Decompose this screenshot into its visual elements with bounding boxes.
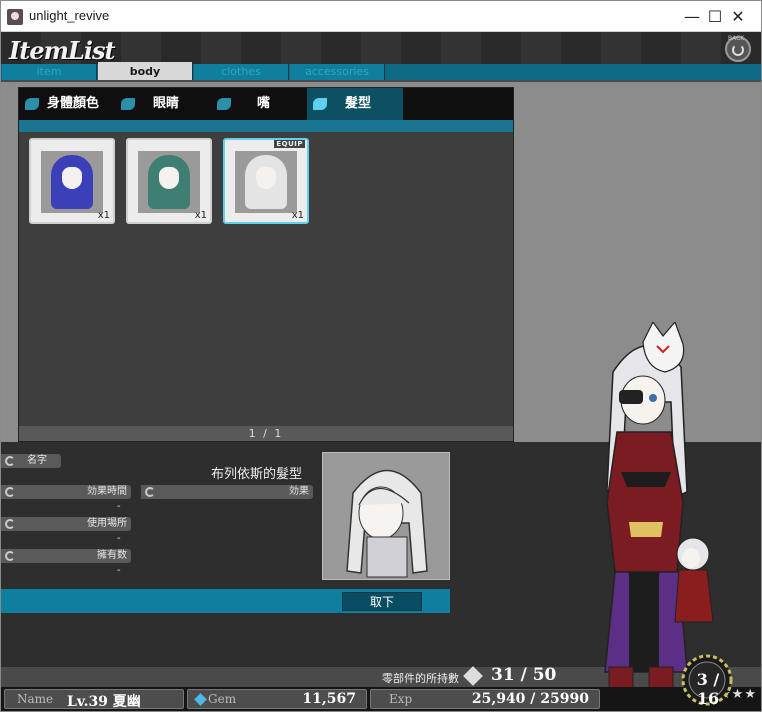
subtab-body-color[interactable]: 身體顏色 <box>19 88 115 120</box>
deck-count: 3 / 16 <box>696 670 720 708</box>
item-thumbnail <box>41 151 103 213</box>
subtab-stripe <box>19 120 513 132</box>
leaf-icon <box>5 519 15 529</box>
use-place-label: 使用場所 <box>1 517 131 531</box>
subtab-label: 身體顏色 <box>47 96 100 111</box>
parts-count-label: 零部件的所持數 <box>382 672 459 685</box>
exp-value: 25,940 / 25990 <box>471 691 589 707</box>
tab-accessories[interactable]: accessories <box>290 64 385 80</box>
tab-clothes[interactable]: clothes <box>194 64 289 80</box>
leaf-icon <box>145 487 155 497</box>
game-window: unlight_revive — ☐ ✕ ItemList BACK item … <box>0 0 762 712</box>
title-bar: unlight_revive — ☐ ✕ <box>1 1 761 32</box>
face-image <box>256 167 276 189</box>
effect-time-value: - <box>117 501 121 512</box>
hair-preview-image <box>346 469 428 578</box>
item-card[interactable]: x1 <box>126 138 212 224</box>
owned-count-label: 擁有数 <box>1 549 131 563</box>
item-thumbnail <box>138 151 200 213</box>
back-label: BACK <box>728 35 745 42</box>
subtab-label: 髮型 <box>345 96 372 111</box>
character-image <box>604 320 714 698</box>
subtab-eyes[interactable]: 眼睛 <box>115 88 211 120</box>
name-box: Name Lv.39 夏幽 <box>4 689 184 710</box>
back-button[interactable]: BACK <box>725 35 751 62</box>
item-quantity: x1 <box>97 210 110 221</box>
tab-body[interactable]: body <box>98 62 193 80</box>
gem-icon <box>194 693 207 706</box>
subtab-hairstyle[interactable]: 髮型 <box>307 88 403 120</box>
back-arrow-icon <box>732 44 744 56</box>
itemlist-logo: ItemList <box>9 36 116 65</box>
close-button[interactable]: ✕ <box>715 1 761 32</box>
tab-item[interactable]: item <box>2 64 97 80</box>
exp-label: Exp <box>389 692 413 706</box>
window-title: unlight_revive <box>29 8 110 23</box>
subtab-label: 眼睛 <box>153 96 180 111</box>
item-quantity: x1 <box>291 210 304 221</box>
page-indicator: 1 / 1 <box>19 426 513 441</box>
status-bar: Name Lv.39 夏幽 Gem 11,567 Exp 25,940 / 25… <box>1 687 761 711</box>
item-card-selected[interactable]: EQUIP x1 <box>223 138 309 224</box>
name-field-label: 名字 <box>1 454 61 468</box>
subtab-mouth[interactable]: 嘴 <box>211 88 307 120</box>
gem-value: 11,567 <box>302 691 356 707</box>
item-quantity: x1 <box>194 210 207 221</box>
face-image <box>62 167 82 189</box>
parts-count-value: 31 / 50 <box>491 665 557 685</box>
category-tabs: item body clothes accessories <box>1 62 761 80</box>
name-label: Name <box>17 692 54 706</box>
subtab-bar: 身體顏色 眼睛 嘴 髮型 <box>19 88 513 120</box>
exp-box: Exp 25,940 / 25990 <box>370 689 600 709</box>
leaf-icon <box>217 98 231 110</box>
deck-badge: 3 / 16 <box>676 652 738 708</box>
item-card[interactable]: x1 <box>29 138 115 224</box>
item-name: 布列依斯的髮型 <box>211 467 303 482</box>
game-area: ItemList BACK item body clothes accessor… <box>1 32 761 711</box>
item-preview <box>322 452 450 580</box>
owned-count-value: - <box>117 565 121 576</box>
subtab-label: 嘴 <box>257 96 271 111</box>
gem-label: Gem <box>208 692 237 706</box>
diamond-icon <box>463 666 483 686</box>
leaf-icon <box>5 551 15 561</box>
player-name: Lv.39 夏幽 <box>67 694 141 710</box>
equip-badge: EQUIP <box>274 140 305 148</box>
leaf-icon <box>5 456 15 466</box>
face-image <box>159 167 179 189</box>
item-thumbnail <box>235 151 297 213</box>
top-bar: ItemList BACK <box>1 32 761 65</box>
leaf-icon <box>5 487 15 497</box>
app-icon <box>7 9 23 25</box>
character-avatar <box>591 320 721 702</box>
effect-label: 効果 <box>141 485 313 499</box>
leaf-icon <box>313 98 327 110</box>
effect-time-label: 効果時間 <box>1 485 131 499</box>
gem-box: Gem 11,567 <box>187 689 367 709</box>
leaf-icon <box>25 98 39 110</box>
remove-button[interactable]: 取下 <box>342 592 422 611</box>
use-place-value: - <box>117 533 121 544</box>
leaf-icon <box>121 98 135 110</box>
item-panel: 身體顏色 眼睛 嘴 髮型 x1 x1 EQUIP x1 1 / 1 <box>18 87 514 442</box>
